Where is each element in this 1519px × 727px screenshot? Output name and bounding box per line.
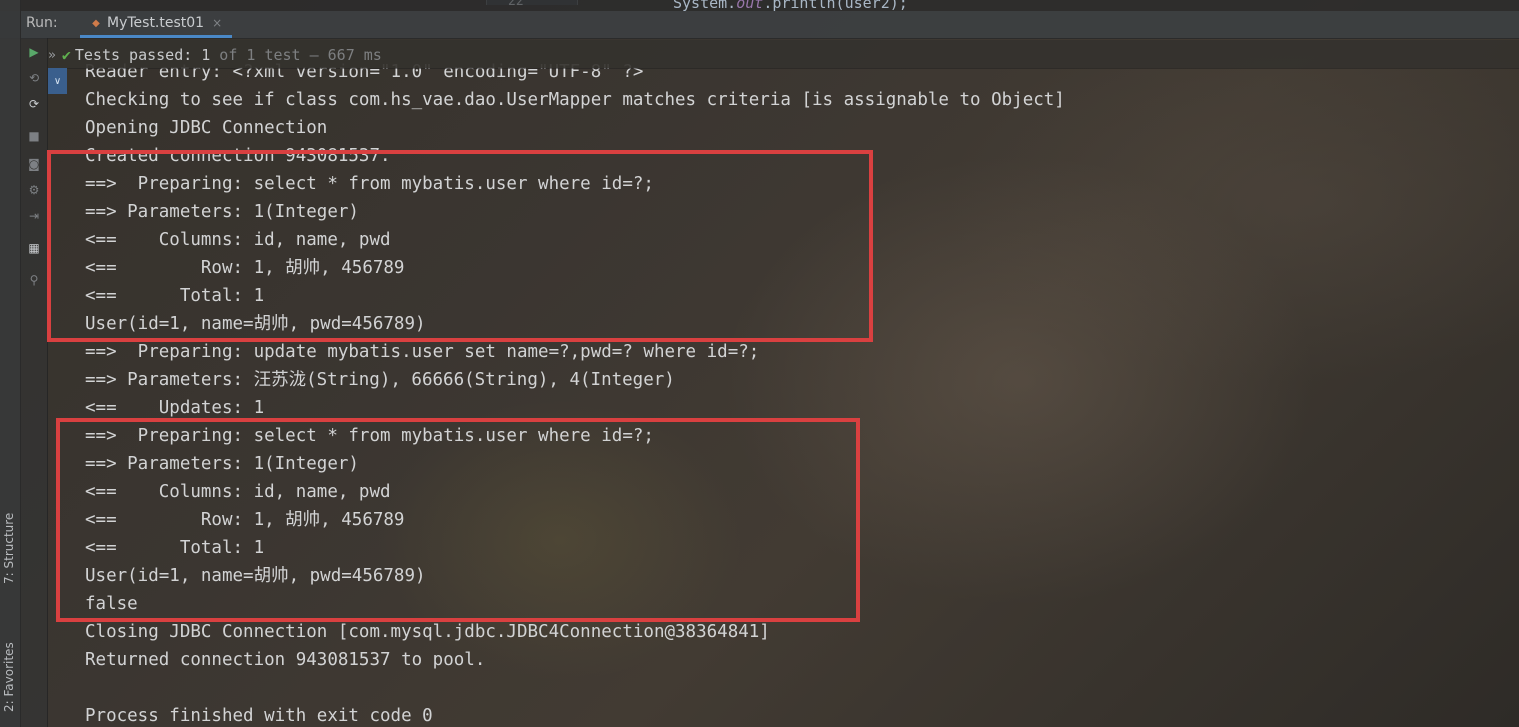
- exit-icon[interactable]: ⇥: [26, 208, 42, 224]
- tests-passed-label: Tests passed:: [74, 46, 193, 64]
- editor-code-line: System.out.println(user2);: [673, 0, 908, 11]
- side-tab-favorites[interactable]: 2: Favorites: [0, 627, 20, 727]
- console-line: Process finished with exit code 0: [85, 706, 433, 726]
- test-status-bar: » ✔ Tests passed: 1 of 1 test — 667 ms: [48, 43, 382, 67]
- settings-icon[interactable]: ⚙: [26, 182, 42, 198]
- test-duration: — 667 ms: [309, 46, 382, 64]
- left-tool-strip: 7: Structure 2: Favorites: [0, 0, 21, 727]
- console-line: Closing JDBC Connection [com.mysql.jdbc.…: [85, 622, 770, 642]
- ide-run-window: 22 System.out.println(user2); Run: ◆ MyT…: [0, 0, 1519, 727]
- highlight-box-second-query: [56, 418, 860, 622]
- pin-icon[interactable]: ⚲: [26, 272, 42, 288]
- test-config-icon: ◆: [92, 17, 100, 29]
- console-line: Opening JDBC Connection: [85, 118, 328, 138]
- tests-passed-count: 1: [201, 46, 211, 64]
- expand-chevron-icon[interactable]: »: [48, 48, 56, 63]
- scroll-to-end-icon[interactable]: ∨: [48, 68, 67, 94]
- console-line: Checking to see if class com.hs_vae.dao.…: [85, 90, 1065, 110]
- console-line: ==> Preparing: update mybatis.user set n…: [85, 342, 760, 362]
- status-divider: [48, 68, 1519, 69]
- side-tab-structure[interactable]: 7: Structure: [0, 492, 20, 604]
- run-tool-window-header: Run: ◆ MyTest.test01 ×: [0, 11, 1519, 39]
- code-field: out: [736, 0, 764, 11]
- run-controls-strip: ▶ ⟲ ⟳ ■ ◙ ⚙ ⇥ ▦ ⚲: [21, 38, 48, 727]
- editor-line-number: 22: [508, 0, 524, 9]
- run-icon[interactable]: ▶: [26, 44, 42, 60]
- console-line: ==> Parameters: 汪苏泷(String), 66666(Strin…: [85, 370, 675, 390]
- toggle-auto-test-icon[interactable]: ⟳: [26, 96, 42, 112]
- close-icon[interactable]: ×: [212, 16, 222, 30]
- tests-total-label: of 1 test: [219, 46, 301, 64]
- camera-icon[interactable]: ◙: [26, 156, 42, 172]
- tab-label: MyTest.test01: [107, 15, 205, 31]
- highlight-box-first-query: [47, 150, 873, 342]
- editor-strip: 22 System.out.println(user2);: [21, 0, 1519, 11]
- layout-icon[interactable]: ▦: [26, 240, 42, 256]
- editor-gutter: [486, 0, 578, 5]
- check-icon: ✔: [61, 46, 71, 64]
- run-label: Run:: [26, 15, 58, 31]
- stop-icon[interactable]: ■: [26, 128, 42, 144]
- rerun-failed-icon[interactable]: ⟲: [26, 70, 42, 86]
- tab-mytest-test01[interactable]: ◆ MyTest.test01 ×: [80, 11, 233, 38]
- console-line: Returned connection 943081537 to pool.: [85, 650, 486, 670]
- code-suffix: .println(user2);: [763, 0, 908, 11]
- code-prefix: System.: [673, 0, 737, 11]
